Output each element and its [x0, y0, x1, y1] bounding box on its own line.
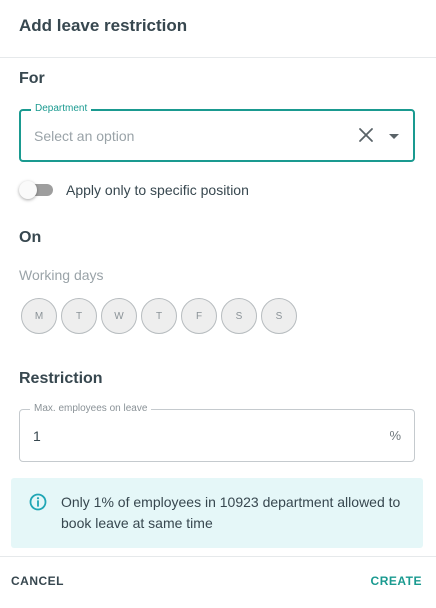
close-icon[interactable] — [357, 126, 375, 144]
create-button[interactable]: CREATE — [371, 574, 422, 588]
department-select[interactable]: Department Select an option — [19, 103, 415, 162]
position-toggle-label: Apply only to specific position — [66, 182, 249, 198]
day-thursday[interactable]: T — [141, 298, 177, 334]
for-section-title: For — [19, 70, 45, 87]
info-text: Only 1% of employees in 10923 department… — [61, 494, 401, 531]
dialog-header: Add leave restriction — [0, 0, 436, 58]
position-toggle[interactable] — [19, 181, 55, 199]
toggle-thumb — [19, 181, 37, 199]
day-tuesday[interactable]: T — [61, 298, 97, 334]
info-icon — [29, 493, 47, 511]
day-sunday[interactable]: S — [261, 298, 297, 334]
day-monday[interactable]: M — [21, 298, 57, 334]
max-employees-label: Max. employees on leave — [30, 403, 152, 414]
cancel-button[interactable]: CANCEL — [11, 574, 64, 588]
info-banner: Only 1% of employees in 10923 department… — [11, 478, 423, 548]
department-label: Department — [31, 103, 92, 114]
working-days-label: Working days — [19, 267, 104, 283]
dialog-title: Add leave restriction — [19, 16, 188, 35]
dialog-footer: CANCEL CREATE — [0, 556, 436, 608]
day-saturday[interactable]: S — [221, 298, 257, 334]
chevron-down-icon[interactable] — [389, 134, 399, 139]
percent-suffix: % — [389, 428, 401, 443]
day-friday[interactable]: F — [181, 298, 217, 334]
department-placeholder: Select an option — [34, 128, 135, 144]
restriction-section-title: Restriction — [19, 370, 103, 387]
day-wednesday[interactable]: W — [101, 298, 137, 334]
on-section-title: On — [19, 229, 42, 246]
max-employees-input[interactable]: Max. employees on leave 1 % — [19, 403, 415, 462]
max-employees-value[interactable]: 1 — [33, 428, 41, 444]
